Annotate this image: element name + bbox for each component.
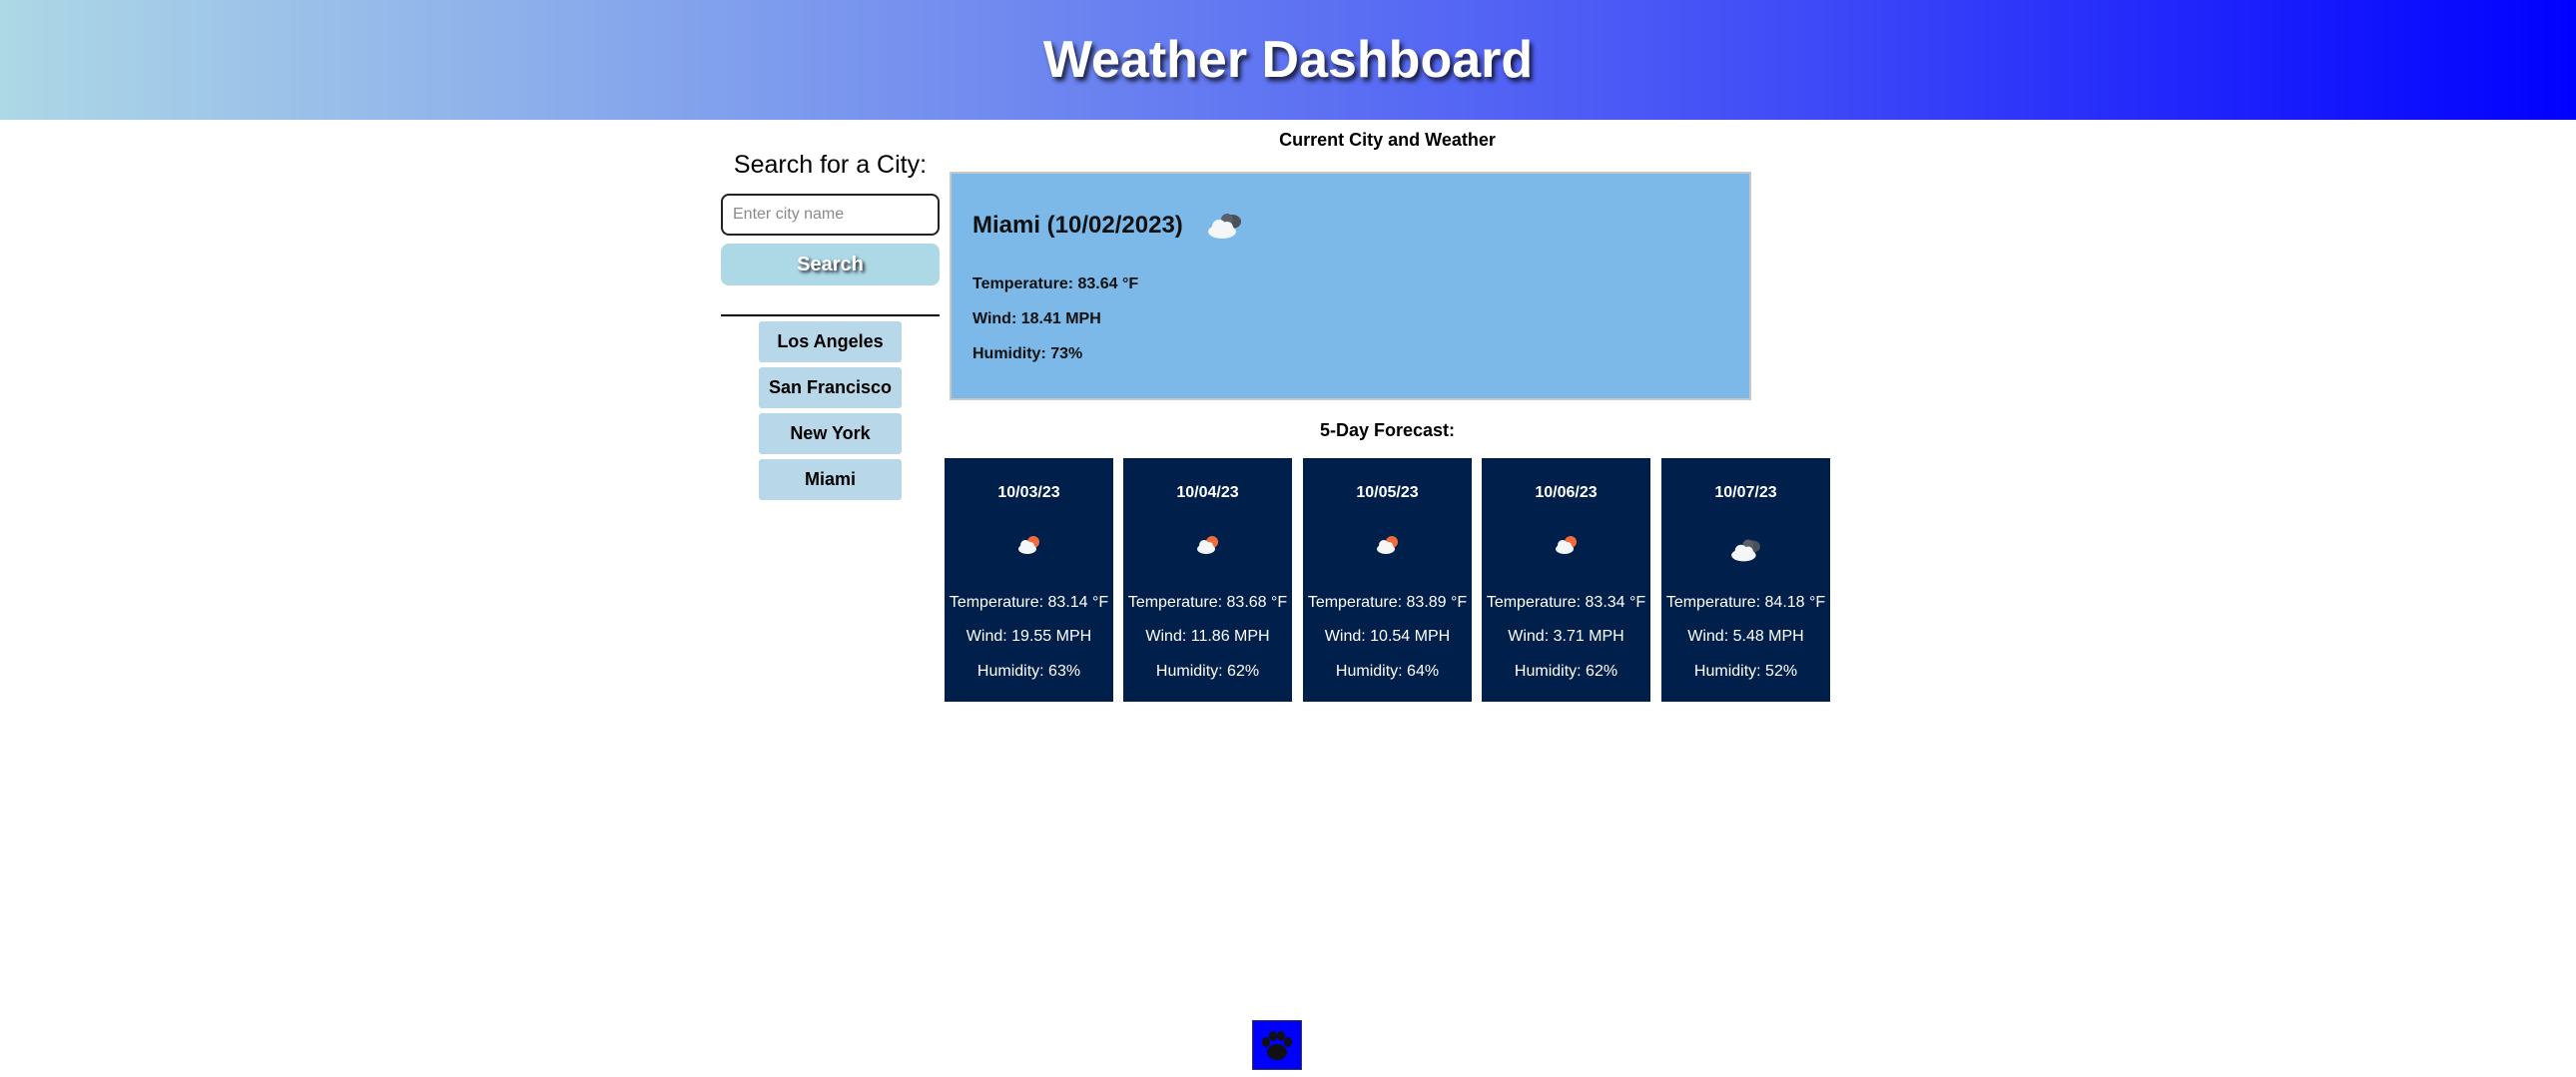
forecast-humidity: Humidity: 62% <box>1514 663 1618 680</box>
few-clouds-icon <box>1556 536 1577 554</box>
current-weather-card: Miami (10/02/2023) Temperature: 83.64 °F… <box>950 172 1751 400</box>
forecast-card: 10/04/23 Temperature: 83.68 °F Wind: 11.… <box>1123 458 1292 702</box>
history-city-button[interactable]: Miami <box>759 459 902 500</box>
forecast-card: 10/03/23 Temperature: 83.14 °F Wind: 19.… <box>945 458 1113 702</box>
forecast-card: 10/07/23 Temperature: 84.18 °F Wind: 5.4… <box>1661 458 1830 702</box>
forecast-temperature: Temperature: 84.18 °F <box>1665 594 1826 611</box>
paw-print-icon <box>1262 1031 1292 1060</box>
forecast-card: 10/06/23 Temperature: 83.34 °F Wind: 3.7… <box>1482 458 1650 702</box>
forecast-wind: Wind: 5.48 MPH <box>1687 628 1804 645</box>
history-city-button[interactable]: New York <box>759 413 902 454</box>
forecast-title: 5-Day Forecast: <box>1319 420 1456 440</box>
forecast-humidity: Humidity: 62% <box>1155 663 1260 680</box>
search-history-list: Los Angeles San Francisco New York Miami <box>721 321 940 500</box>
search-sidebar: Search for a City: Search Los Angeles Sa… <box>721 148 940 505</box>
few-clouds-icon <box>1018 536 1039 554</box>
forecast-date: 10/06/23 <box>1535 484 1598 501</box>
forecast-temperature: Temperature: 83.89 °F <box>1307 594 1468 611</box>
current-city-date: Miami (10/02/2023) <box>972 212 1183 239</box>
forecast-humidity: Humidity: 63% <box>976 663 1081 680</box>
forecast-wind: Wind: 3.71 MPH <box>1508 628 1624 645</box>
current-weather-title: Current City and Weather <box>1279 130 1496 150</box>
forecast-row: 10/03/23 Temperature: 83.14 °F Wind: 19.… <box>945 458 1830 702</box>
broken-clouds-icon <box>1208 214 1241 239</box>
few-clouds-icon <box>1377 536 1398 554</box>
search-heading: Search for a City: <box>733 151 928 179</box>
current-temperature: Temperature: 83.64 °F <box>972 275 1139 292</box>
forecast-wind: Wind: 19.55 MPH <box>966 628 1092 645</box>
footer-logo <box>1252 1020 1302 1070</box>
city-search-input[interactable] <box>721 194 940 236</box>
forecast-temperature: Temperature: 83.34 °F <box>1486 594 1646 611</box>
page-header: Weather Dashboard <box>0 0 2576 120</box>
broken-clouds-icon <box>1731 539 1760 562</box>
forecast-date: 10/04/23 <box>1176 484 1239 501</box>
search-button[interactable]: Search <box>721 244 940 285</box>
forecast-temperature: Temperature: 83.14 °F <box>949 594 1109 611</box>
few-clouds-icon <box>1197 536 1218 554</box>
forecast-date: 10/07/23 <box>1714 484 1777 501</box>
current-humidity: Humidity: 73% <box>972 345 1083 362</box>
history-city-button[interactable]: San Francisco <box>759 367 902 408</box>
sidebar-divider <box>721 314 940 316</box>
history-city-button[interactable]: Los Angeles <box>759 321 902 362</box>
forecast-wind: Wind: 11.86 MPH <box>1145 628 1270 645</box>
page-title: Weather Dashboard <box>1042 31 1534 89</box>
forecast-card: 10/05/23 Temperature: 83.89 °F Wind: 10.… <box>1303 458 1472 702</box>
forecast-date: 10/03/23 <box>997 484 1060 501</box>
forecast-date: 10/05/23 <box>1356 484 1419 501</box>
forecast-temperature: Temperature: 83.68 °F <box>1127 594 1288 611</box>
forecast-humidity: Humidity: 52% <box>1693 663 1798 680</box>
forecast-humidity: Humidity: 64% <box>1335 663 1440 680</box>
current-wind: Wind: 18.41 MPH <box>972 310 1101 327</box>
forecast-wind: Wind: 10.54 MPH <box>1324 628 1451 645</box>
